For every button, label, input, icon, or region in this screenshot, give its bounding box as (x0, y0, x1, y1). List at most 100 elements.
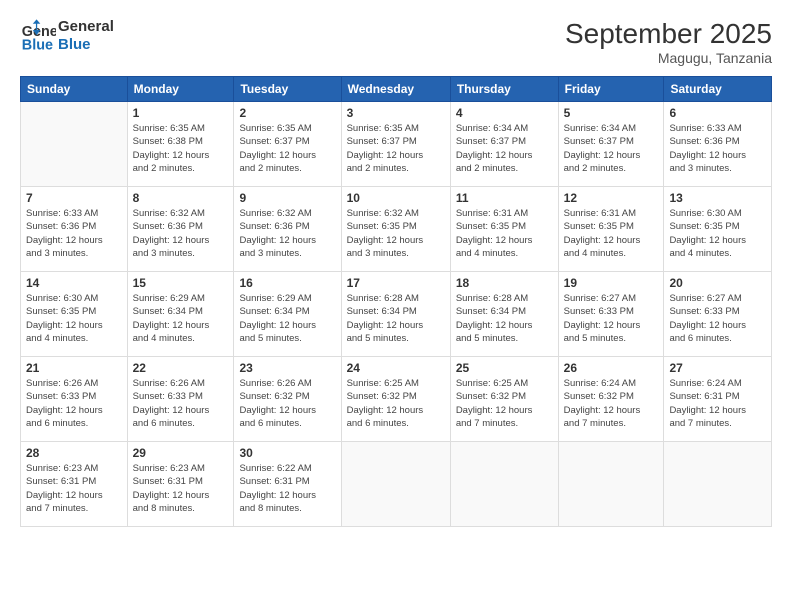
day-number: 6 (669, 106, 766, 120)
calendar-cell: 21Sunrise: 6:26 AMSunset: 6:33 PMDayligh… (21, 357, 128, 442)
calendar-cell: 30 Sunrise: 6:22 AMSunset: 6:31 PMDayligh… (234, 442, 341, 527)
calendar-title: September 2025 (565, 18, 772, 50)
calendar-cell: 14Sunrise: 6:30 AMSunset: 6:35 PMDayligh… (21, 272, 128, 357)
day-info: Sunrise: 6:28 AMSunset: 6:34 PMDaylight:… (456, 292, 553, 345)
day-number: 23 (239, 361, 335, 375)
calendar-cell (341, 442, 450, 527)
calendar-cell (450, 442, 558, 527)
title-block: September 2025 Magugu, Tanzania (565, 18, 772, 66)
day-number: 16 (239, 276, 335, 290)
day-number: 11 (456, 191, 553, 205)
logo-text-general: General (58, 18, 114, 36)
calendar-cell (21, 102, 128, 187)
day-number: 18 (456, 276, 553, 290)
calendar-table: Sunday Monday Tuesday Wednesday Thursday… (20, 76, 772, 527)
calendar-cell: 29 Sunrise: 6:23 AMSunset: 6:31 PMDayligh… (127, 442, 234, 527)
day-number: 12 (564, 191, 659, 205)
calendar-cell: 16 Sunrise: 6:29 AMSunset: 6:34 PMDayligh… (234, 272, 341, 357)
calendar-cell: 22 Sunrise: 6:26 AMSunset: 6:33 PMDayligh… (127, 357, 234, 442)
week-row-3: 14Sunrise: 6:30 AMSunset: 6:35 PMDayligh… (21, 272, 772, 357)
calendar-cell: 20Sunrise: 6:27 AMSunset: 6:33 PMDayligh… (664, 272, 772, 357)
day-number: 30 (239, 446, 335, 460)
day-info: Sunrise: 6:23 AMSunset: 6:31 PMDaylight:… (133, 462, 229, 515)
day-info: Sunrise: 6:24 AMSunset: 6:32 PMDaylight:… (564, 377, 659, 430)
day-number: 7 (26, 191, 122, 205)
calendar-cell: 23 Sunrise: 6:26 AMSunset: 6:32 PMDayligh… (234, 357, 341, 442)
calendar-cell: 12 Sunrise: 6:31 AMSunset: 6:35 PMDayligh… (558, 187, 664, 272)
day-info: Sunrise: 6:34 AMSunset: 6:37 PMDaylight:… (456, 122, 553, 175)
calendar-cell: 15 Sunrise: 6:29 AMSunset: 6:34 PMDayligh… (127, 272, 234, 357)
day-number: 13 (669, 191, 766, 205)
header-wednesday: Wednesday (341, 77, 450, 102)
day-number: 8 (133, 191, 229, 205)
calendar-cell (664, 442, 772, 527)
header-monday: Monday (127, 77, 234, 102)
header-friday: Friday (558, 77, 664, 102)
day-number: 24 (347, 361, 445, 375)
calendar-cell (558, 442, 664, 527)
day-number: 2 (239, 106, 335, 120)
day-info: Sunrise: 6:32 AMSunset: 6:36 PMDaylight:… (239, 207, 335, 260)
calendar-subtitle: Magugu, Tanzania (565, 50, 772, 66)
day-info: Sunrise: 6:25 AMSunset: 6:32 PMDaylight:… (347, 377, 445, 430)
calendar-cell: 27 Sunrise: 6:24 AMSunset: 6:31 PMDayligh… (664, 357, 772, 442)
day-number: 22 (133, 361, 229, 375)
calendar-cell: 19 Sunrise: 6:27 AMSunset: 6:33 PMDayligh… (558, 272, 664, 357)
header-tuesday: Tuesday (234, 77, 341, 102)
calendar-cell: 8Sunrise: 6:32 AMSunset: 6:36 PMDaylight… (127, 187, 234, 272)
week-row-4: 21Sunrise: 6:26 AMSunset: 6:33 PMDayligh… (21, 357, 772, 442)
day-number: 29 (133, 446, 229, 460)
day-info: Sunrise: 6:35 AMSunset: 6:37 PMDaylight:… (347, 122, 445, 175)
day-number: 15 (133, 276, 229, 290)
calendar-cell: 7 Sunrise: 6:33 AMSunset: 6:36 PMDaylight… (21, 187, 128, 272)
calendar-cell: 25 Sunrise: 6:25 AMSunset: 6:32 PMDayligh… (450, 357, 558, 442)
calendar-cell: 4 Sunrise: 6:34 AMSunset: 6:37 PMDaylight… (450, 102, 558, 187)
day-number: 14 (26, 276, 122, 290)
header-saturday: Saturday (664, 77, 772, 102)
logo: General Blue General Blue (20, 18, 114, 54)
calendar-cell: 28Sunrise: 6:23 AMSunset: 6:31 PMDayligh… (21, 442, 128, 527)
logo-icon: General Blue (20, 18, 56, 54)
calendar-cell: 3 Sunrise: 6:35 AMSunset: 6:37 PMDaylight… (341, 102, 450, 187)
day-number: 3 (347, 106, 445, 120)
day-info: Sunrise: 6:24 AMSunset: 6:31 PMDaylight:… (669, 377, 766, 430)
day-number: 5 (564, 106, 659, 120)
svg-text:Blue: Blue (22, 38, 53, 54)
calendar-cell: 1Sunrise: 6:35 AMSunset: 6:38 PMDaylight… (127, 102, 234, 187)
day-info: Sunrise: 6:32 AMSunset: 6:35 PMDaylight:… (347, 207, 445, 260)
day-info: Sunrise: 6:33 AMSunset: 6:36 PMDaylight:… (669, 122, 766, 175)
header-thursday: Thursday (450, 77, 558, 102)
calendar-cell: 26 Sunrise: 6:24 AMSunset: 6:32 PMDayligh… (558, 357, 664, 442)
day-info: Sunrise: 6:31 AMSunset: 6:35 PMDaylight:… (564, 207, 659, 260)
day-number: 4 (456, 106, 553, 120)
logo-text-blue: Blue (58, 36, 114, 54)
day-info: Sunrise: 6:23 AMSunset: 6:31 PMDaylight:… (26, 462, 122, 515)
day-number: 9 (239, 191, 335, 205)
day-info: Sunrise: 6:30 AMSunset: 6:35 PMDaylight:… (669, 207, 766, 260)
day-info: Sunrise: 6:27 AMSunset: 6:33 PMDaylight:… (669, 292, 766, 345)
day-info: Sunrise: 6:26 AMSunset: 6:33 PMDaylight:… (26, 377, 122, 430)
day-info: Sunrise: 6:29 AMSunset: 6:34 PMDaylight:… (239, 292, 335, 345)
header-sunday: Sunday (21, 77, 128, 102)
day-info: Sunrise: 6:29 AMSunset: 6:34 PMDaylight:… (133, 292, 229, 345)
calendar-cell: 6 Sunrise: 6:33 AMSunset: 6:36 PMDaylight… (664, 102, 772, 187)
day-info: Sunrise: 6:33 AMSunset: 6:36 PMDaylight:… (26, 207, 122, 260)
calendar-cell: 10Sunrise: 6:32 AMSunset: 6:35 PMDayligh… (341, 187, 450, 272)
week-row-2: 7 Sunrise: 6:33 AMSunset: 6:36 PMDaylight… (21, 187, 772, 272)
day-number: 25 (456, 361, 553, 375)
day-number: 27 (669, 361, 766, 375)
calendar-cell: 2Sunrise: 6:35 AMSunset: 6:37 PMDaylight… (234, 102, 341, 187)
day-info: Sunrise: 6:27 AMSunset: 6:33 PMDaylight:… (564, 292, 659, 345)
day-info: Sunrise: 6:31 AMSunset: 6:35 PMDaylight:… (456, 207, 553, 260)
day-number: 19 (564, 276, 659, 290)
day-info: Sunrise: 6:25 AMSunset: 6:32 PMDaylight:… (456, 377, 553, 430)
calendar-cell: 13 Sunrise: 6:30 AMSunset: 6:35 PMDayligh… (664, 187, 772, 272)
day-info: Sunrise: 6:22 AMSunset: 6:31 PMDaylight:… (239, 462, 335, 515)
day-number: 26 (564, 361, 659, 375)
day-info: Sunrise: 6:26 AMSunset: 6:32 PMDaylight:… (239, 377, 335, 430)
day-info: Sunrise: 6:34 AMSunset: 6:37 PMDaylight:… (564, 122, 659, 175)
week-row-1: 1Sunrise: 6:35 AMSunset: 6:38 PMDaylight… (21, 102, 772, 187)
calendar-cell: 11 Sunrise: 6:31 AMSunset: 6:35 PMDayligh… (450, 187, 558, 272)
day-info: Sunrise: 6:26 AMSunset: 6:33 PMDaylight:… (133, 377, 229, 430)
day-number: 17 (347, 276, 445, 290)
